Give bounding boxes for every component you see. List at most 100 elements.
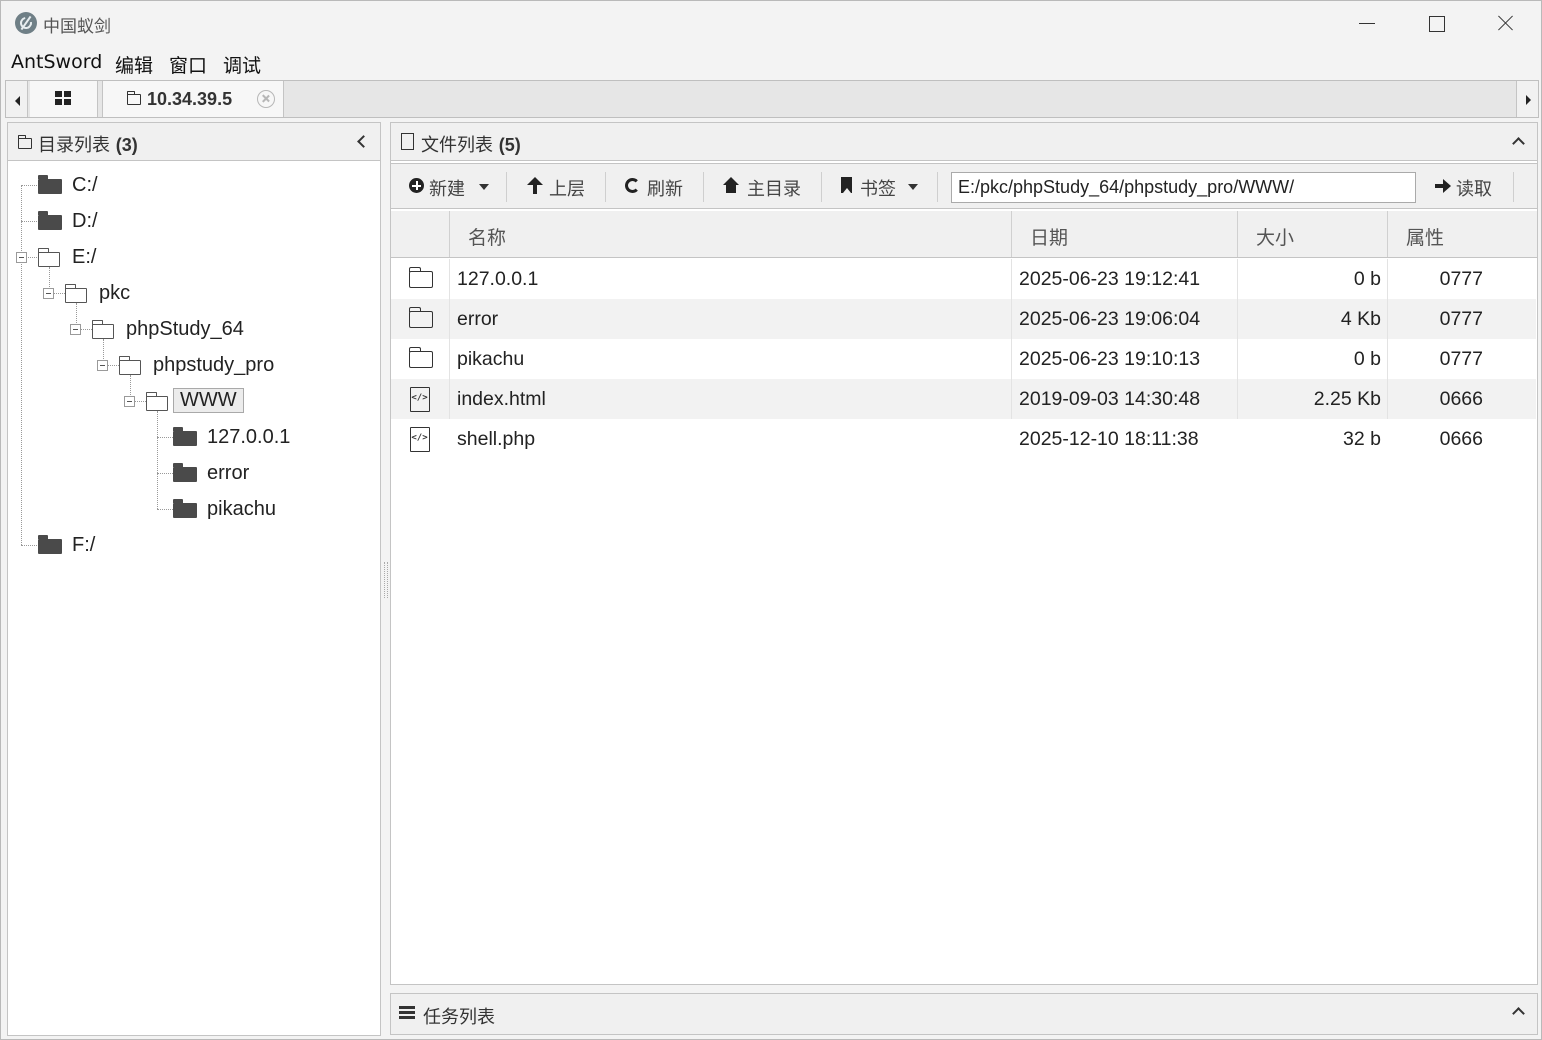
collapse-toggle-icon[interactable] bbox=[70, 324, 81, 335]
file-date: 2019-09-03 14:30:48 bbox=[1011, 379, 1237, 419]
tree-node[interactable]: phpstudy_pro bbox=[8, 350, 368, 380]
tree-node[interactable]: C:/ bbox=[8, 170, 368, 200]
tree-node[interactable]: D:/ bbox=[8, 206, 368, 236]
folder-icon bbox=[173, 499, 197, 518]
minimize-button[interactable] bbox=[1331, 1, 1401, 45]
file-date: 2025-06-23 19:06:04 bbox=[1011, 299, 1237, 339]
column-header-name[interactable]: 名称 bbox=[449, 211, 1011, 257]
code-file-icon bbox=[410, 427, 430, 452]
task-panel[interactable]: 任务列表 bbox=[390, 993, 1538, 1035]
collapse-toggle-icon[interactable] bbox=[16, 252, 27, 263]
file-panel-header: 文件列表 (5) bbox=[391, 123, 1537, 161]
menu-edit[interactable]: 编辑 bbox=[115, 51, 153, 78]
collapse-toggle-icon[interactable] bbox=[124, 396, 135, 407]
file-count: (5) bbox=[498, 135, 521, 155]
task-panel-title: 任务列表 bbox=[423, 1007, 495, 1028]
folder-icon bbox=[38, 175, 62, 194]
expand-panel-icon[interactable] bbox=[1512, 1007, 1525, 1020]
folder-icon bbox=[408, 267, 433, 288]
collapse-toggle-icon[interactable] bbox=[97, 360, 108, 371]
code-file-icon bbox=[410, 387, 430, 412]
file-perm: 0777 bbox=[1387, 299, 1537, 339]
window-title: 中国蚁剑 bbox=[43, 17, 111, 37]
tree-node-label: WWW bbox=[173, 388, 244, 413]
folder-open-icon bbox=[145, 392, 168, 411]
collapse-panel-icon[interactable] bbox=[1512, 137, 1525, 150]
folder-open-icon bbox=[64, 284, 87, 303]
tab-scroll-left-button[interactable] bbox=[6, 81, 28, 117]
folder-open-icon bbox=[37, 248, 60, 267]
close-window-button[interactable] bbox=[1471, 1, 1541, 45]
tree-node[interactable]: pkc bbox=[8, 278, 368, 308]
maximize-button[interactable] bbox=[1401, 1, 1471, 45]
column-header-icon bbox=[391, 211, 449, 257]
folder-open-icon bbox=[118, 356, 141, 375]
table-row[interactable]: 127.0.0.1 2025-06-23 19:12:41 0 b 0777 bbox=[391, 259, 1536, 299]
tree-node[interactable]: F:/ bbox=[8, 530, 368, 560]
folder-icon bbox=[173, 463, 197, 482]
column-header-size[interactable]: 大小 bbox=[1237, 211, 1387, 257]
file-grid-header: 名称 日期 大小 属性 bbox=[391, 211, 1537, 258]
folder-icon bbox=[38, 535, 62, 554]
tab-home-grid[interactable] bbox=[30, 81, 98, 117]
tab-scroll-right-button[interactable] bbox=[1516, 81, 1538, 117]
folder-icon bbox=[17, 135, 32, 149]
tab-bar: 10.34.39.5 bbox=[5, 80, 1539, 118]
tree-node-label: D:/ bbox=[72, 210, 98, 232]
tab-close-icon[interactable] bbox=[257, 90, 275, 108]
tree-node-label: C:/ bbox=[72, 174, 98, 196]
tree-node-selected[interactable]: WWW bbox=[8, 386, 368, 416]
column-header-attr[interactable]: 属性 bbox=[1387, 211, 1537, 257]
file-name: shell.php bbox=[457, 428, 536, 450]
tree-node[interactable]: error bbox=[8, 458, 368, 488]
file-perm: 0666 bbox=[1387, 379, 1537, 419]
folder-icon bbox=[408, 307, 433, 328]
tree-node-label: F:/ bbox=[72, 534, 96, 556]
file-date: 2025-06-23 19:12:41 bbox=[1011, 259, 1237, 299]
home-icon bbox=[723, 177, 739, 193]
tree-node-label: E:/ bbox=[72, 246, 97, 268]
table-row[interactable]: shell.php 2025-12-10 18:11:38 32 b 0666 bbox=[391, 419, 1536, 459]
collapse-panel-icon[interactable] bbox=[357, 135, 370, 148]
file-perm: 0777 bbox=[1387, 339, 1537, 379]
home-dir-button[interactable]: 主目录 bbox=[715, 164, 819, 208]
table-row[interactable]: error 2025-06-23 19:06:04 4 Kb 0777 bbox=[391, 299, 1536, 339]
menu-window[interactable]: 窗口 bbox=[169, 51, 207, 78]
directory-panel-title: 目录列表 bbox=[38, 135, 110, 156]
tree-node-label: phpStudy_64 bbox=[126, 318, 244, 340]
arrow-right-icon bbox=[1435, 179, 1451, 193]
directory-count: (3) bbox=[115, 135, 138, 155]
grid-icon bbox=[55, 91, 71, 105]
task-list-icon bbox=[399, 1006, 415, 1020]
path-input[interactable] bbox=[951, 172, 1416, 203]
tree-node[interactable]: phpStudy_64 bbox=[8, 314, 368, 344]
folder-icon bbox=[408, 347, 433, 368]
collapse-toggle-icon[interactable] bbox=[43, 288, 54, 299]
file-date: 2025-12-10 18:11:38 bbox=[1019, 428, 1199, 450]
arrow-up-icon bbox=[527, 177, 543, 195]
folder-open-icon bbox=[91, 320, 114, 339]
tree-node[interactable]: pikachu bbox=[8, 494, 368, 524]
file-perm: 0777 bbox=[1387, 259, 1537, 299]
new-button[interactable]: 新建 bbox=[401, 164, 501, 208]
up-level-button[interactable]: 上层 bbox=[519, 164, 599, 208]
tree-node[interactable]: 127.0.0.1 bbox=[8, 422, 368, 452]
bookmark-icon bbox=[841, 177, 852, 193]
tab-host[interactable]: 10.34.39.5 bbox=[102, 81, 284, 117]
table-row[interactable]: index.html 2019-09-03 14:30:48 2.25 Kb 0… bbox=[391, 379, 1536, 419]
refresh-button[interactable]: 刷新 bbox=[617, 164, 701, 208]
file-panel: 文件列表 (5) 新建 上层 刷新 主目录 书签 E:/pkc/phpStudy… bbox=[390, 122, 1538, 985]
bookmark-button[interactable]: 书签 bbox=[831, 164, 931, 208]
file-name: index.html bbox=[449, 379, 1011, 419]
menu-antsword[interactable]: AntSword bbox=[11, 51, 102, 73]
refresh-icon bbox=[625, 178, 640, 193]
file-toolbar: 新建 上层 刷新 主目录 书签 E:/pkc/phpStudy_64/phpst… bbox=[391, 163, 1537, 209]
file-size: 0 b bbox=[1237, 259, 1387, 299]
table-row[interactable]: pikachu 2025-06-23 19:10:13 0 b 0777 bbox=[391, 339, 1536, 379]
tree-node[interactable]: E:/ bbox=[8, 242, 368, 272]
column-header-date[interactable]: 日期 bbox=[1011, 211, 1237, 257]
tree-node-label: 127.0.0.1 bbox=[207, 426, 291, 448]
panel-splitter-handle[interactable] bbox=[382, 122, 388, 1036]
read-path-button[interactable]: 读取 bbox=[1427, 164, 1517, 208]
menu-debug[interactable]: 调试 bbox=[223, 51, 261, 78]
